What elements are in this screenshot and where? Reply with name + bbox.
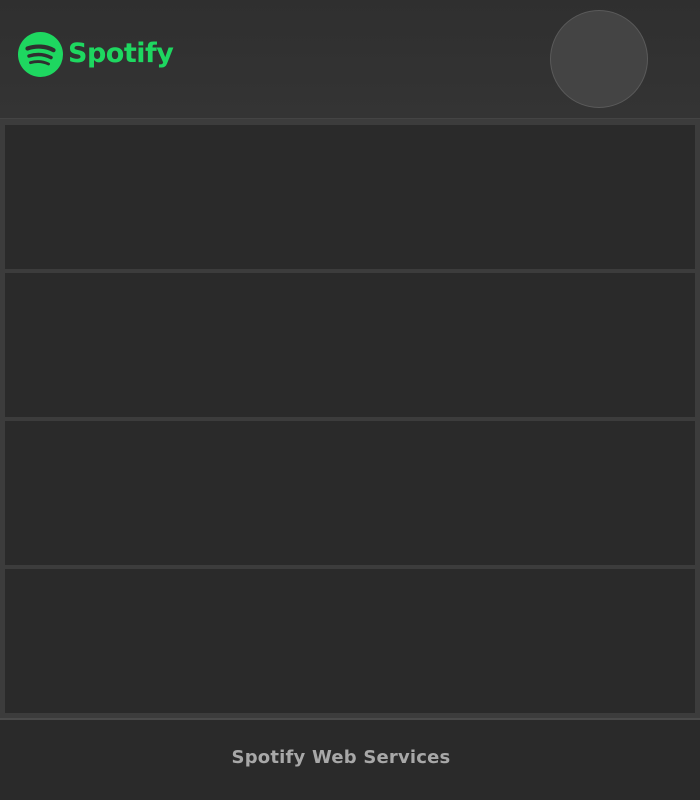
footer: Spotify Web Services [0,718,700,800]
content-card[interactable] [5,421,695,565]
footer-text: Spotify Web Services [231,747,451,768]
content-card[interactable] [5,569,695,713]
content-list [0,119,700,718]
content-card[interactable] [5,273,695,417]
content-card[interactable] [5,125,695,269]
spotify-logo[interactable]: Spotify [18,31,174,77]
brand-name: Spotify [68,38,174,69]
user-avatar[interactable] [550,10,648,108]
spotify-logo-icon [18,31,63,77]
header: Spotify [0,0,700,119]
app-root: Spotify Spotify Web Services [0,0,700,800]
